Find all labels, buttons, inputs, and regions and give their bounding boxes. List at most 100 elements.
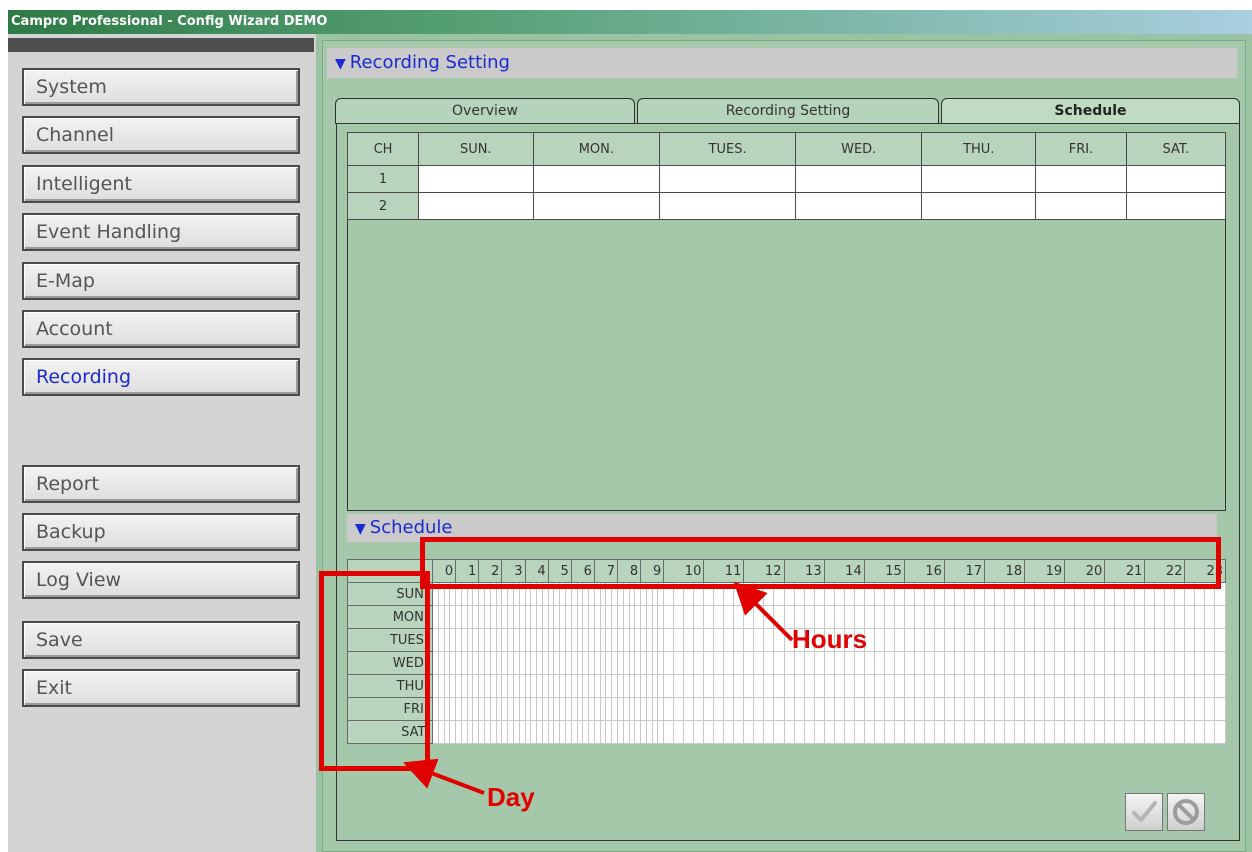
schedule-cell[interactable]	[1125, 165, 1227, 193]
time-slot[interactable]	[673, 628, 685, 652]
time-slot[interactable]	[753, 720, 765, 744]
time-slot[interactable]	[943, 605, 955, 629]
time-slot[interactable]	[1194, 605, 1206, 629]
time-slot[interactable]	[1144, 651, 1156, 675]
schedule-cell[interactable]	[921, 192, 1037, 220]
time-slot[interactable]	[1144, 605, 1156, 629]
time-slot[interactable]	[1184, 674, 1196, 698]
time-slot[interactable]	[893, 605, 905, 629]
time-slot[interactable]	[1164, 697, 1176, 721]
time-slot[interactable]	[1094, 651, 1106, 675]
time-slot[interactable]	[984, 651, 995, 675]
time-slot[interactable]	[1013, 628, 1026, 652]
time-slot[interactable]	[783, 697, 795, 721]
time-slot[interactable]	[743, 674, 755, 698]
time-slot[interactable]	[763, 628, 775, 652]
time-slot[interactable]	[1124, 605, 1136, 629]
time-slot[interactable]	[683, 720, 695, 744]
time-slot[interactable]	[763, 674, 775, 698]
time-slot[interactable]	[1114, 605, 1126, 629]
time-slot[interactable]	[1064, 628, 1076, 652]
time-slot[interactable]	[1154, 651, 1166, 675]
time-slot[interactable]	[1013, 697, 1026, 721]
time-slot[interactable]	[913, 651, 925, 675]
time-slot[interactable]	[1194, 651, 1206, 675]
time-slot[interactable]	[723, 720, 735, 744]
time-slot[interactable]	[1064, 720, 1076, 744]
time-slot[interactable]	[1204, 651, 1216, 675]
time-slot[interactable]	[903, 697, 915, 721]
time-slot[interactable]	[1094, 674, 1106, 698]
time-slot[interactable]	[953, 651, 965, 675]
time-slot[interactable]	[743, 605, 755, 629]
time-slot[interactable]	[1044, 605, 1056, 629]
time-slot[interactable]	[673, 697, 685, 721]
time-slot[interactable]	[1184, 605, 1196, 629]
time-slot[interactable]	[1074, 628, 1086, 652]
time-slot[interactable]	[733, 628, 745, 652]
apply-button[interactable]	[1125, 793, 1163, 831]
time-slot[interactable]	[903, 720, 915, 744]
time-slot[interactable]	[833, 697, 845, 721]
time-slot[interactable]	[903, 605, 915, 629]
time-slot[interactable]	[783, 674, 795, 698]
time-slot[interactable]	[933, 674, 945, 698]
time-slot[interactable]	[1104, 720, 1116, 744]
time-slot[interactable]	[1164, 605, 1176, 629]
time-slot[interactable]	[763, 605, 775, 629]
nav-channel-button[interactable]: Channel	[22, 116, 300, 154]
time-slot[interactable]	[1154, 628, 1166, 652]
time-slot[interactable]	[1064, 697, 1076, 721]
time-slot[interactable]	[913, 674, 925, 698]
time-slot[interactable]	[1214, 605, 1226, 629]
time-slot[interactable]	[883, 697, 895, 721]
time-slot[interactable]	[1004, 674, 1015, 698]
time-slot[interactable]	[683, 651, 695, 675]
time-slot[interactable]	[783, 720, 795, 744]
time-slot[interactable]	[1074, 720, 1086, 744]
time-slot[interactable]	[833, 720, 845, 744]
time-slot[interactable]	[1104, 628, 1116, 652]
time-slot[interactable]	[1013, 720, 1026, 744]
time-slot[interactable]	[773, 628, 785, 652]
schedule-day-row[interactable]: THU.	[347, 674, 1226, 698]
schedule-cell[interactable]	[532, 192, 661, 220]
time-slot[interactable]	[1134, 651, 1146, 675]
schedule-cell[interactable]	[418, 192, 534, 220]
time-slot[interactable]	[803, 720, 815, 744]
time-slot[interactable]	[953, 720, 965, 744]
time-slot[interactable]	[963, 674, 975, 698]
time-slot[interactable]	[1013, 605, 1026, 629]
time-slot[interactable]	[713, 697, 725, 721]
time-slot[interactable]	[1004, 651, 1015, 675]
time-slot[interactable]	[673, 605, 685, 629]
time-slot[interactable]	[994, 651, 1005, 675]
time-slot[interactable]	[853, 697, 865, 721]
time-slot[interactable]	[1013, 674, 1026, 698]
time-slot[interactable]	[843, 674, 855, 698]
time-slot[interactable]	[1044, 697, 1056, 721]
time-slot[interactable]	[963, 605, 975, 629]
schedule-day-row[interactable]: TUES.	[347, 628, 1226, 652]
tab-schedule[interactable]: Schedule	[941, 98, 1240, 124]
time-slot[interactable]	[963, 651, 975, 675]
time-slot[interactable]	[803, 697, 815, 721]
time-slot[interactable]	[1174, 651, 1186, 675]
time-slot[interactable]	[913, 697, 925, 721]
time-slot[interactable]	[663, 674, 675, 698]
time-slot[interactable]	[1004, 605, 1015, 629]
time-slot[interactable]	[1174, 697, 1186, 721]
time-slot[interactable]	[984, 720, 995, 744]
time-slot[interactable]	[1044, 628, 1056, 652]
time-slot[interactable]	[984, 674, 995, 698]
time-slot[interactable]	[873, 697, 885, 721]
time-slot[interactable]	[723, 605, 735, 629]
time-slot[interactable]	[673, 720, 685, 744]
time-slot[interactable]	[1124, 651, 1136, 675]
schedule-cell[interactable]	[921, 165, 1037, 193]
time-slot[interactable]	[953, 628, 965, 652]
time-slot[interactable]	[1064, 674, 1076, 698]
time-slot[interactable]	[923, 628, 935, 652]
time-slot[interactable]	[1184, 628, 1196, 652]
time-slot[interactable]	[723, 651, 735, 675]
